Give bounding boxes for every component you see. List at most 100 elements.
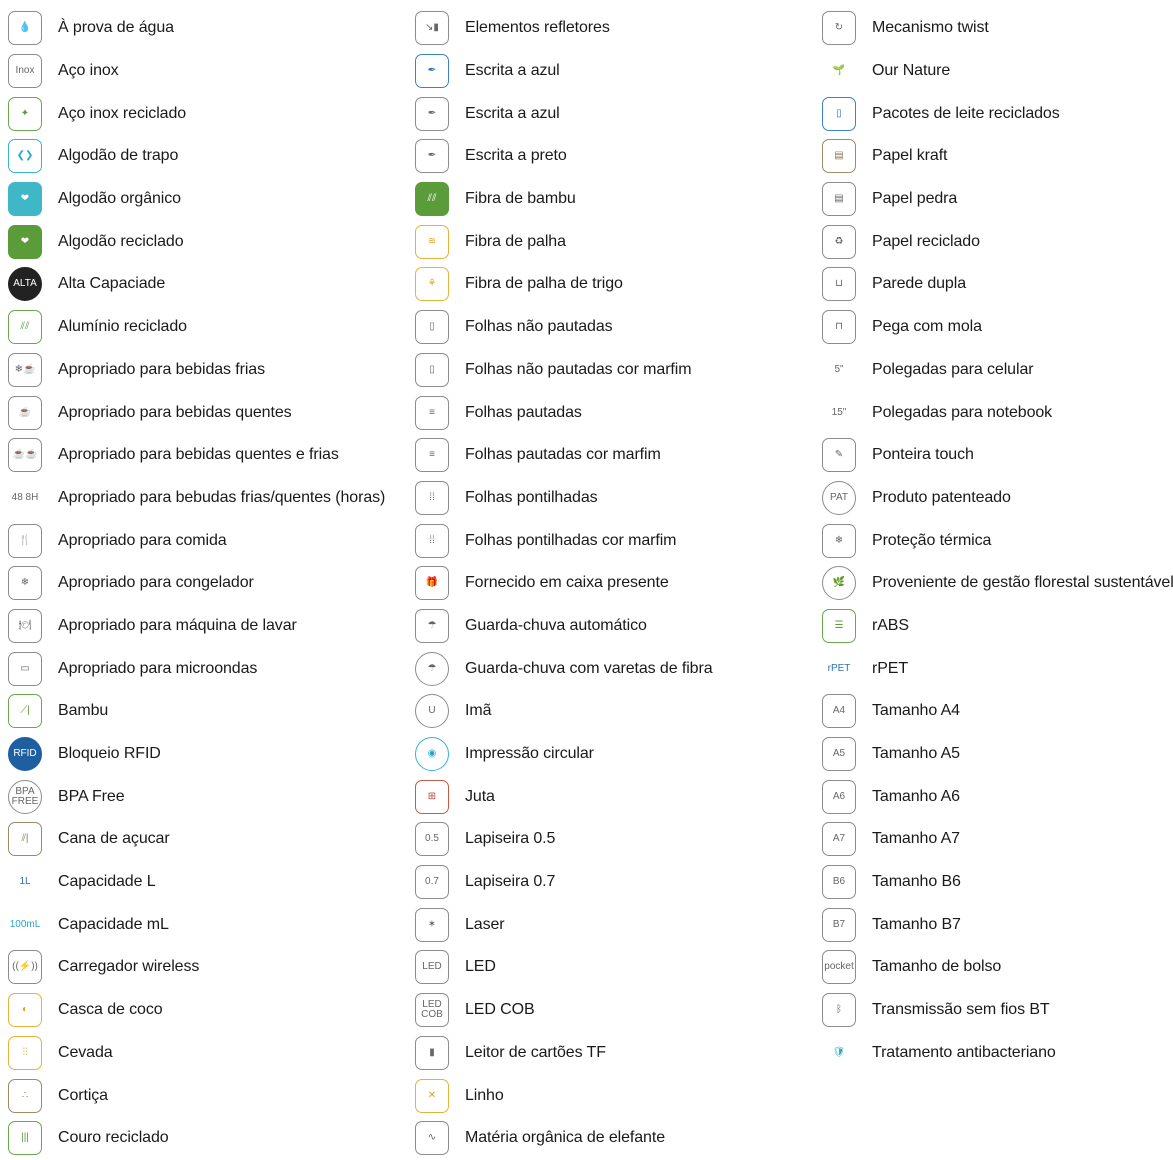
legend-item: U Imã	[415, 690, 815, 733]
legend-label: Apropriado para bebidas quentes e frias	[58, 446, 339, 464]
legend-item: ⊞ Juta	[415, 775, 815, 818]
legend-label: rABS	[872, 616, 909, 634]
legend-label: Apropriado para comida	[58, 531, 227, 549]
thermal-protection-icon: ❄	[822, 523, 856, 558]
pen-blue-2-icon: ✒	[415, 96, 449, 131]
legend-item: pocket Tamanho de bolso	[822, 946, 1173, 989]
antibacterial-icon: 🛡	[832, 1046, 846, 1058]
size-a5-icon: A5	[822, 737, 856, 772]
legend-label: Folhas pautadas cor marfim	[465, 446, 661, 464]
legend-item: ✒ Escrita a azul	[415, 50, 815, 93]
hot-cold-drink-icon: ☕☕	[8, 438, 42, 473]
legend-label: Our Nature	[872, 62, 951, 80]
legend-label: Fibra de palha de trigo	[465, 275, 623, 293]
legend-label: Folhas pontilhadas cor marfim	[465, 531, 677, 549]
recycled-paper-icon: ♻	[822, 224, 856, 259]
barley-icon: ⫶⫶	[8, 1035, 42, 1070]
legend-label: Polegadas para notebook	[872, 403, 1053, 421]
legend-label: Algodão orgânico	[58, 190, 181, 208]
bamboo-icon: ⟋|	[8, 694, 42, 729]
legend-label: Laser	[465, 915, 505, 933]
legend-item: A5 Tamanho A5	[822, 733, 1173, 776]
legend-label: Folhas pontilhadas	[465, 488, 598, 506]
circular-print-icon: ◉	[415, 737, 449, 772]
blank-ivory-sheet-icon: ▯	[415, 352, 449, 387]
straw-fiber-icon: ≋	[415, 224, 449, 259]
legend-label: Casca de coco	[58, 1001, 163, 1019]
legend-item: ❄☕ Apropriado para bebidas frias	[8, 349, 408, 392]
wheat-straw-icon: ⚘	[415, 267, 449, 302]
legend-label: Pega com mola	[872, 318, 982, 336]
wireless-charger-icon: ((⚡))	[8, 950, 42, 985]
legend-label: À prova de água	[58, 19, 174, 37]
legend-label: Alumínio reciclado	[58, 318, 187, 336]
fiber-umbrella-icon: ☂	[415, 651, 449, 686]
recycled-steel-icon: ✦	[8, 96, 42, 131]
legend-label: Lapiseira 0.7	[465, 873, 556, 891]
freezer-icon: ❄	[8, 566, 42, 601]
legend-label: Folhas pautadas	[465, 403, 582, 421]
pen-blue-icon: ✒	[415, 54, 449, 89]
legend-item: ⊓ Pega com mola	[822, 306, 1173, 349]
legend-item: 100mL Capacidade mL	[8, 903, 408, 946]
legend-label: Polegadas para celular	[872, 360, 1034, 378]
legend-item: ⫽⫽ Fibra de bambu	[415, 178, 815, 221]
column-2: ↘▮ Elementos refletores ✒ Escrita a azul ✒ Es…	[415, 7, 815, 1160]
legend-item: ≋ Fibra de palha	[415, 220, 815, 263]
legend-item: ⫶⫶ Cevada	[8, 1032, 408, 1075]
legend-item: PAT Produto patenteado	[822, 477, 1173, 520]
legend-item: ⁞⁞ Folhas pontilhadas	[415, 477, 815, 520]
lined-sheet-icon: ≡	[415, 395, 449, 430]
legend-item: 5" Polegadas para celular	[822, 349, 1173, 392]
legend-label: Algodão reciclado	[58, 232, 184, 250]
legend-label: Apropriado para bebudas frias/quentes (h…	[58, 488, 386, 506]
rabs-icon: ☰	[822, 608, 856, 643]
legend-item: ⟋| Bambu	[8, 690, 408, 733]
milk-carton-icon: ▯	[822, 96, 856, 131]
legend-label: Guarda-chuva automático	[465, 616, 647, 634]
legend-item: ▯ Folhas não pautadas cor marfim	[415, 349, 815, 392]
legend-label: Tamanho A5	[872, 745, 960, 763]
legend-item: ⫽⫽ Alumínio reciclado	[8, 306, 408, 349]
legend-label: Papel kraft	[872, 147, 948, 165]
legend-item: ◐ Casca de coco	[8, 989, 408, 1032]
legend-label: Escrita a azul	[465, 104, 560, 122]
legend-item: ❮❯ Algodão de trapo	[8, 135, 408, 178]
legend-label: Pacotes de leite reciclados	[872, 104, 1060, 122]
legend-item: ❤ Algodão reciclado	[8, 220, 408, 263]
legend-item: ✕ Linho	[415, 1074, 815, 1117]
legend-label: Imã	[465, 702, 492, 720]
legend-item: 1L Capacidade L	[8, 861, 408, 904]
legend-item: ▮ Leitor de cartões TF	[415, 1032, 815, 1075]
legend-label: Escrita a azul	[465, 62, 560, 80]
legend-item: 0.5 Lapiseira 0.5	[415, 818, 815, 861]
legend-item: ∿ Matéria orgânica de elefante	[415, 1117, 815, 1160]
legend-label: Linho	[465, 1086, 504, 1104]
led-cob-icon: LED COB	[415, 993, 449, 1028]
laser-icon: ✶	[415, 907, 449, 942]
capacity-ml-icon: 100mL	[9, 918, 41, 930]
recycled-aluminium-icon: ⫽⫽	[8, 310, 42, 345]
legend-item: 0.7 Lapiseira 0.7	[415, 861, 815, 904]
legend-item: ▭ Apropriado para microondas	[8, 647, 408, 690]
legend-item: A7 Tamanho A7	[822, 818, 1173, 861]
legend-item: rPET rPET	[822, 647, 1173, 690]
legend-item: RFID Bloqueio RFID	[8, 733, 408, 776]
legend-label: Aço inox reciclado	[58, 104, 187, 122]
legend-item: 🍴 Apropriado para comida	[8, 519, 408, 562]
legend-item: ♻ Papel reciclado	[822, 220, 1173, 263]
capacity-l-icon: 1L	[19, 876, 31, 888]
spring-handle-icon: ⊓	[822, 310, 856, 345]
pencil-05-icon: 0.5	[415, 822, 449, 857]
legend-label: BPA Free	[58, 787, 125, 805]
legend-item: LED COB LED COB	[415, 989, 815, 1032]
legend-item: ALTA Alta Capaciade	[8, 263, 408, 306]
legend-label: Apropriado para bebidas frias	[58, 360, 266, 378]
inox-icon: Inox	[8, 54, 42, 89]
magnet-icon: U	[415, 694, 449, 729]
legend-label: LED COB	[465, 1001, 535, 1019]
legend-label: Fornecido em caixa presente	[465, 574, 669, 592]
legend-label: Juta	[465, 787, 495, 805]
legend-label: Proteção térmica	[872, 531, 992, 549]
size-b6-icon: B6	[822, 865, 856, 900]
